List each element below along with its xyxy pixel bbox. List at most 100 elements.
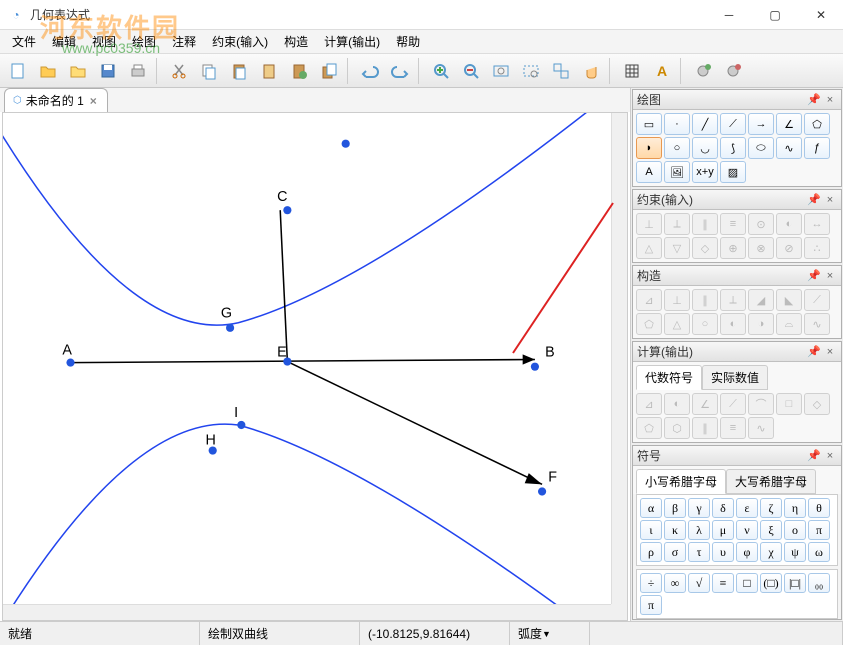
undo-icon[interactable]: [356, 57, 384, 85]
tool-segment[interactable]: ⟋: [720, 113, 746, 135]
open-icon[interactable]: [34, 57, 62, 85]
geometry-canvas[interactable]: A B C E F G H I: [3, 113, 627, 614]
pan-hand-icon[interactable]: [577, 57, 605, 85]
tool-curve[interactable]: ∿: [776, 137, 802, 159]
gear-del-icon[interactable]: [719, 57, 747, 85]
cns-13[interactable]: ⌓: [776, 313, 802, 335]
gear-add-icon[interactable]: [689, 57, 717, 85]
tool-arc[interactable]: ◡: [692, 137, 718, 159]
con-13[interactable]: ⊘: [776, 237, 802, 259]
print-icon[interactable]: [124, 57, 152, 85]
pin-icon[interactable]: 📌: [807, 269, 821, 283]
calc-4[interactable]: ⟋: [720, 393, 746, 415]
calc-6[interactable]: □: [776, 393, 802, 415]
pin-icon[interactable]: 📌: [807, 449, 821, 463]
status-unit[interactable]: 弧度 ▼: [510, 622, 590, 645]
con-1[interactable]: ⊥: [636, 213, 662, 235]
symbol-σ[interactable]: σ: [664, 542, 686, 562]
symbol-ρ[interactable]: ρ: [640, 542, 662, 562]
symbol-γ[interactable]: γ: [688, 498, 710, 518]
mathsym[interactable]: √: [688, 573, 710, 593]
con-2[interactable]: ⟂: [664, 213, 690, 235]
calc-12[interactable]: ∿: [748, 417, 774, 439]
close-icon[interactable]: ×: [823, 345, 837, 359]
cns-3[interactable]: ∥: [692, 289, 718, 311]
con-8[interactable]: △: [636, 237, 662, 259]
symbol-κ[interactable]: κ: [664, 520, 686, 540]
con-14[interactable]: ∴: [804, 237, 830, 259]
con-6[interactable]: ◐: [776, 213, 802, 235]
tool-ellipse[interactable]: ⬭: [748, 137, 774, 159]
cns-12[interactable]: ◑: [748, 313, 774, 335]
pin-icon[interactable]: 📌: [807, 345, 821, 359]
mathsym[interactable]: π: [640, 595, 662, 615]
cns-9[interactable]: △: [664, 313, 690, 335]
symbol-tab-upper[interactable]: 大写希腊字母: [726, 469, 816, 494]
mathsym[interactable]: □: [736, 573, 758, 593]
new-icon[interactable]: [4, 57, 32, 85]
menu-help[interactable]: 帮助: [388, 30, 428, 53]
con-3[interactable]: ∥: [692, 213, 718, 235]
cns-11[interactable]: ◐: [720, 313, 746, 335]
mathsym[interactable]: ÷: [640, 573, 662, 593]
label-icon[interactable]: A: [648, 57, 676, 85]
cns-10[interactable]: ○: [692, 313, 718, 335]
maximize-button[interactable]: ▢: [761, 4, 789, 26]
symbol-μ[interactable]: μ: [712, 520, 734, 540]
mathsym[interactable]: (□): [760, 573, 782, 593]
tab-close-icon[interactable]: ×: [88, 94, 99, 108]
minimize-button[interactable]: ─: [715, 4, 743, 26]
tool-line[interactable]: ╱: [692, 113, 718, 135]
tool-circle[interactable]: ○: [664, 137, 690, 159]
symbol-ω[interactable]: ω: [808, 542, 830, 562]
cns-5[interactable]: ◢: [748, 289, 774, 311]
symbol-ο[interactable]: ο: [784, 520, 806, 540]
calc-3[interactable]: ∠: [692, 393, 718, 415]
mathsym[interactable]: ∞: [664, 573, 686, 593]
cns-14[interactable]: ∿: [804, 313, 830, 335]
symbol-α[interactable]: α: [640, 498, 662, 518]
duplicate-icon[interactable]: [315, 57, 343, 85]
symbol-θ[interactable]: θ: [808, 498, 830, 518]
tool-region[interactable]: ▨: [720, 161, 746, 183]
con-11[interactable]: ⊕: [720, 237, 746, 259]
tool-hyperbola[interactable]: ◗: [636, 137, 662, 159]
menu-draw[interactable]: 绘图: [124, 30, 164, 53]
symbol-ψ[interactable]: ψ: [784, 542, 806, 562]
symbol-δ[interactable]: δ: [712, 498, 734, 518]
tool-select[interactable]: ▭: [636, 113, 662, 135]
zoom-window-icon[interactable]: [547, 57, 575, 85]
symbol-tab-lower[interactable]: 小写希腊字母: [636, 469, 726, 494]
pin-icon[interactable]: 📌: [807, 193, 821, 207]
cns-8[interactable]: ⬠: [636, 313, 662, 335]
symbol-η[interactable]: η: [784, 498, 806, 518]
save-icon[interactable]: [94, 57, 122, 85]
close-icon[interactable]: ×: [823, 449, 837, 463]
cns-1[interactable]: ⊿: [636, 289, 662, 311]
con-5[interactable]: ⊙: [748, 213, 774, 235]
calc-9[interactable]: ⬡: [664, 417, 690, 439]
menu-edit[interactable]: 编辑: [44, 30, 84, 53]
con-10[interactable]: ◇: [692, 237, 718, 259]
symbol-ν[interactable]: ν: [736, 520, 758, 540]
calc-1[interactable]: ⊿: [636, 393, 662, 415]
open2-icon[interactable]: [64, 57, 92, 85]
tool-vector[interactable]: →: [748, 113, 774, 135]
tool-angle[interactable]: ∠: [776, 113, 802, 135]
symbol-ζ[interactable]: ζ: [760, 498, 782, 518]
menu-constraint[interactable]: 约束(输入): [204, 30, 276, 53]
symbol-ι[interactable]: ι: [640, 520, 662, 540]
grid-icon[interactable]: [618, 57, 646, 85]
close-icon[interactable]: ×: [823, 269, 837, 283]
tool-parabola[interactable]: ⟆: [720, 137, 746, 159]
scrollbar-horizontal[interactable]: [3, 604, 611, 620]
calc-11[interactable]: ≡: [720, 417, 746, 439]
scrollbar-vertical[interactable]: [611, 113, 627, 604]
close-icon[interactable]: ×: [823, 193, 837, 207]
calc-10[interactable]: ∥: [692, 417, 718, 439]
mathsym[interactable]: ₀₀: [808, 573, 830, 593]
symbol-φ[interactable]: φ: [736, 542, 758, 562]
calc-8[interactable]: ⬠: [636, 417, 662, 439]
symbol-χ[interactable]: χ: [760, 542, 782, 562]
paste-special-icon[interactable]: [285, 57, 313, 85]
